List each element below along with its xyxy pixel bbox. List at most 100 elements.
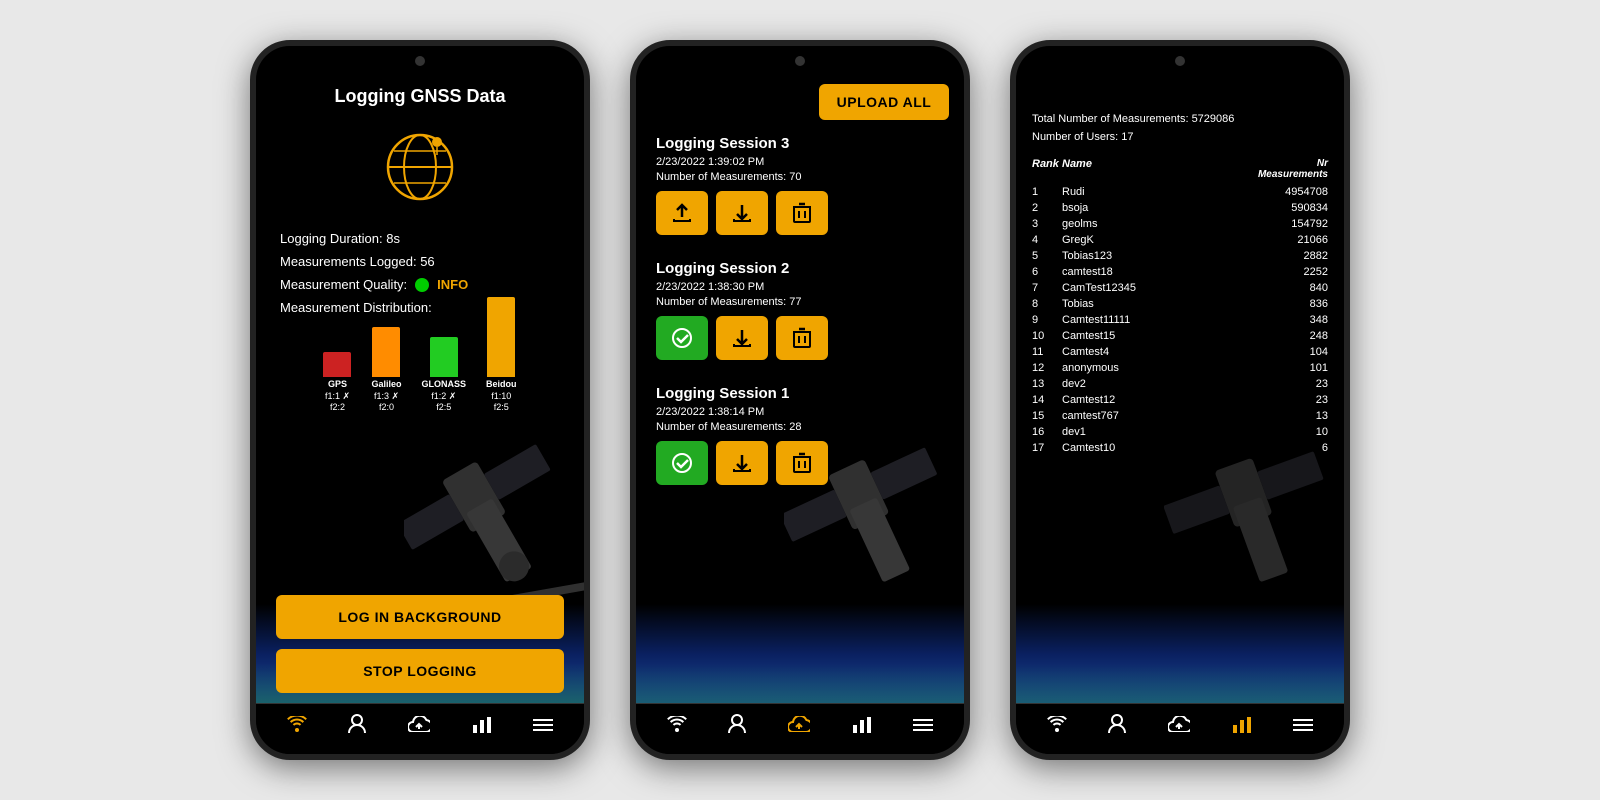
phone-3: Total Number of Measurements: 5729086 Nu… (1010, 40, 1350, 760)
nav-cloud-2[interactable] (788, 716, 810, 737)
rank-cell: 2 (1032, 202, 1062, 214)
rank-cell: 16 (1032, 426, 1062, 438)
table-header: Rank Name Nr Measurements (1026, 154, 1334, 184)
session-2-title: Logging Session 2 (656, 260, 944, 277)
bar-beidou-label: Beidou f1:10 f2:5 (486, 379, 517, 414)
table-row: 2 bsoja 590834 (1026, 200, 1334, 216)
nr-cell: 6 (1248, 442, 1328, 454)
name-cell: Tobias (1062, 298, 1248, 310)
table-row: 16 dev1 10 (1026, 424, 1334, 440)
nr-cell: 10 (1248, 426, 1328, 438)
duration-stat: Logging Duration: 8s (256, 227, 584, 250)
nav-cloud-3[interactable] (1168, 716, 1190, 737)
nr-cell: 104 (1248, 346, 1328, 358)
name-cell: Camtest12 (1062, 394, 1248, 406)
quality-indicator (415, 278, 429, 292)
nav-menu-3[interactable] (1293, 716, 1313, 737)
session-2-buttons (656, 316, 944, 360)
session-1-date: 2/23/2022 1:38:14 PM (656, 406, 944, 418)
col-name: Name (1062, 158, 1248, 180)
total-measurements-stat: Total Number of Measurements: 5729086 (1032, 111, 1328, 129)
nav-user-1[interactable] (348, 714, 366, 739)
rank-cell: 14 (1032, 394, 1062, 406)
leaderboard-header: Total Number of Measurements: 5729086 Nu… (1016, 76, 1344, 154)
table-row: 12 anonymous 101 (1026, 360, 1334, 376)
rank-cell: 11 (1032, 346, 1062, 358)
nr-cell: 101 (1248, 362, 1328, 374)
phone-1: Logging GNSS Data Logging Duration: 8s M… (250, 40, 590, 760)
rank-cell: 8 (1032, 298, 1062, 310)
name-cell: dev1 (1062, 426, 1248, 438)
bar-beidou-bar (487, 297, 515, 377)
bar-glonass-label: GLONASS f1:2 ✗ f2:5 (422, 379, 467, 414)
table-row: 10 Camtest15 248 (1026, 328, 1334, 344)
nr-cell: 23 (1248, 394, 1328, 406)
nr-cell: 23 (1248, 378, 1328, 390)
bar-galileo-label: Galileo f1:3 ✗ f2:0 (371, 379, 401, 414)
nav-menu-2[interactable] (913, 716, 933, 737)
table-row: 3 geolms 154792 (1026, 216, 1334, 232)
nav-cloud-1[interactable] (408, 716, 430, 737)
nav-wifi-1[interactable] (287, 716, 307, 737)
upload-all-button[interactable]: UPLOAD ALL (819, 84, 949, 120)
name-cell: Rudi (1062, 186, 1248, 198)
session-3-delete-button[interactable] (776, 191, 828, 235)
name-cell: dev2 (1062, 378, 1248, 390)
table-row: 14 Camtest12 23 (1026, 392, 1334, 408)
rank-cell: 15 (1032, 410, 1062, 422)
rank-cell: 17 (1032, 442, 1062, 454)
session-1-delete-button[interactable] (776, 441, 828, 485)
rank-cell: 13 (1032, 378, 1062, 390)
nav-wifi-3[interactable] (1047, 716, 1067, 737)
name-cell: Camtest4 (1062, 346, 1248, 358)
session-3-buttons (656, 191, 944, 235)
log-background-button[interactable]: LOG IN BACKGROUND (276, 595, 564, 639)
name-cell: Camtest11111 (1062, 314, 1248, 326)
table-row: 13 dev2 23 (1026, 376, 1334, 392)
session-2-uploaded-button[interactable] (656, 316, 708, 360)
nr-cell: 154792 (1248, 218, 1328, 230)
rank-cell: 5 (1032, 250, 1062, 262)
rank-cell: 6 (1032, 266, 1062, 278)
bar-glonass: GLONASS f1:2 ✗ f2:5 (422, 337, 467, 414)
session-1-uploaded-button[interactable] (656, 441, 708, 485)
session-1-count: Number of Measurements: 28 (656, 421, 944, 433)
nav-chart-2[interactable] (852, 715, 872, 738)
session-2-delete-button[interactable] (776, 316, 828, 360)
session-3-date: 2/23/2022 1:39:02 PM (656, 156, 944, 168)
bar-glonass-bar (430, 337, 458, 377)
session-2: Logging Session 2 2/23/2022 1:38:30 PM N… (636, 250, 964, 370)
name-cell: bsoja (1062, 202, 1248, 214)
distribution-label: Measurement Distribution: (256, 296, 584, 319)
name-cell: geolms (1062, 218, 1248, 230)
session-1-buttons (656, 441, 944, 485)
nav-menu-1[interactable] (533, 716, 553, 737)
session-2-count: Number of Measurements: 77 (656, 296, 944, 308)
session-1-title: Logging Session 1 (656, 385, 944, 402)
nav-wifi-2[interactable] (667, 716, 687, 737)
nav-user-3[interactable] (1108, 714, 1126, 739)
session-3-download-button[interactable] (716, 191, 768, 235)
nav-chart-3[interactable] (1232, 715, 1252, 738)
name-cell: Camtest15 (1062, 330, 1248, 342)
nav-chart-1[interactable] (472, 715, 492, 738)
session-3: Logging Session 3 2/23/2022 1:39:02 PM N… (636, 125, 964, 245)
bottom-nav-1 (256, 703, 584, 754)
col-nr: Nr Measurements (1248, 158, 1328, 180)
nr-cell: 2252 (1248, 266, 1328, 278)
globe-svg (380, 127, 460, 207)
bar-gps: GPS f1:1 ✗ f2:2 (323, 352, 351, 414)
rank-cell: 3 (1032, 218, 1062, 230)
nav-user-2[interactable] (728, 714, 746, 739)
table-row: 6 camtest18 2252 (1026, 264, 1334, 280)
stop-logging-button[interactable]: STOP LOGGING (276, 649, 564, 693)
nr-cell: 4954708 (1248, 186, 1328, 198)
session-3-upload-button[interactable] (656, 191, 708, 235)
table-row: 8 Tobias 836 (1026, 296, 1334, 312)
table-row: 15 camtest767 13 (1026, 408, 1334, 424)
session-2-download-button[interactable] (716, 316, 768, 360)
session-1-download-button[interactable] (716, 441, 768, 485)
nr-cell: 836 (1248, 298, 1328, 310)
rank-cell: 7 (1032, 282, 1062, 294)
nr-cell: 348 (1248, 314, 1328, 326)
